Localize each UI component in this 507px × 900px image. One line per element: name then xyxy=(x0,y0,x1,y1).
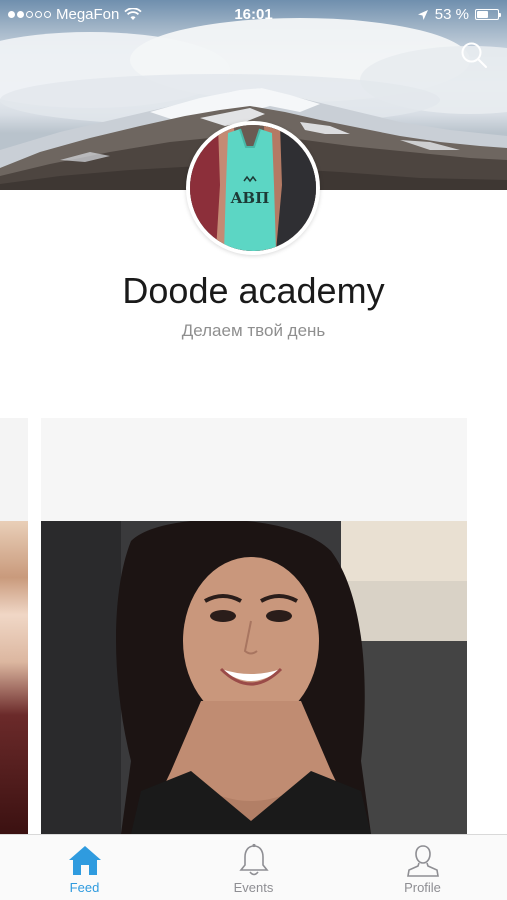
profile-tagline: Делаем твой день xyxy=(181,321,326,340)
feed-card-photo xyxy=(41,521,467,834)
status-bar: MegaFon 16:01 53 % xyxy=(0,0,507,30)
search-icon xyxy=(461,42,487,68)
profile-screen: MegaFon 16:01 53 % ΑΒΠ Doode academy Дел… xyxy=(0,0,507,900)
bell-icon xyxy=(238,843,269,876)
battery-icon xyxy=(475,9,501,20)
status-bar-right: 53 % xyxy=(417,6,501,23)
tab-bar: Feed Events Profile xyxy=(0,834,507,900)
avatar[interactable]: ΑΒΠ xyxy=(186,121,320,255)
feed-card[interactable] xyxy=(41,418,467,834)
tab-events-label: Events xyxy=(233,880,274,895)
profile-name: Doode academy xyxy=(122,270,385,311)
feed-card-previous[interactable] xyxy=(0,418,28,834)
tab-events[interactable]: Events xyxy=(169,835,338,900)
search-button[interactable] xyxy=(459,40,489,70)
avatar-photo: ΑΒΠ xyxy=(190,125,316,251)
house-icon xyxy=(68,846,101,875)
person-icon xyxy=(406,845,439,877)
tab-feed-label: Feed xyxy=(69,880,100,895)
location-arrow-icon xyxy=(417,9,428,20)
feed-card-previous-photo xyxy=(0,521,28,834)
battery-level xyxy=(477,11,488,18)
avatar-shirt-text: ΑΒΠ xyxy=(230,189,269,207)
tab-profile[interactable]: Profile xyxy=(338,835,507,900)
battery-percentage: 53 % xyxy=(434,6,469,23)
tab-profile-label: Profile xyxy=(404,880,441,895)
tab-feed[interactable]: Feed xyxy=(0,835,169,900)
selfie-photo xyxy=(41,521,467,834)
